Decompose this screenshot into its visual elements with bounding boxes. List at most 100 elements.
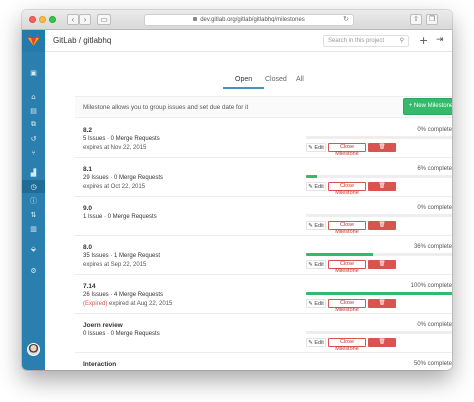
milestone-row: 7.14 26 Issues · 4 Merge Requests (Expir… — [75, 275, 452, 315]
close-milestone-button[interactable]: Close Milestone — [328, 143, 366, 157]
milestone-title[interactable]: 8.2 — [83, 127, 92, 134]
history-icon[interactable]: ↺ — [22, 132, 45, 145]
progress-fill — [306, 175, 318, 178]
minimize-window-button[interactable] — [39, 16, 46, 23]
percent-complete: 0% complete — [417, 322, 452, 328]
graph-icon[interactable]: ▟ — [22, 166, 45, 179]
breadcrumb[interactable]: GitLab / gitlabhq — [53, 36, 111, 45]
milestone-title[interactable]: 8.1 — [83, 166, 92, 173]
close-milestone-button[interactable]: Close Milestone — [328, 338, 366, 352]
edit-button[interactable]: ✎ Edit — [306, 221, 326, 230]
close-milestone-button[interactable]: Close Milestone — [328, 221, 366, 235]
milestone-due-date: expires at Oct 22, 2015 — [83, 184, 145, 190]
lock-icon — [193, 17, 198, 22]
milestone-title[interactable]: 7.14 — [83, 283, 96, 290]
milestone-row: Joern review 0 Issues · 0 Merge Requests… — [75, 314, 452, 354]
browser-window: ‹ › ▭ dev.gitlab.org/gitlab/gitlabhq/mil… — [22, 10, 452, 370]
remove-button[interactable]: 🗑 Remove — [368, 338, 396, 354]
share-icon[interactable]: ⇧ — [410, 14, 422, 25]
percent-complete: 6% complete — [417, 166, 452, 172]
sidebar-toggle-icon[interactable]: ▭ — [97, 14, 111, 25]
info-text: Milestone allows you to group issues and… — [83, 104, 249, 111]
gitlab-fox-icon — [28, 34, 39, 46]
new-milestone-button[interactable]: + New Milestone — [403, 98, 452, 115]
new-item-plus-icon[interactable]: + — [419, 34, 428, 47]
expired-label: (Expired) — [83, 301, 108, 307]
milestone-due-date: expires at Nov 22, 2015 — [83, 145, 146, 151]
milestones-page: Open Closed All Milestone allows you to … — [45, 53, 452, 370]
expires-text: expired at Aug 22, 2015 — [107, 301, 173, 307]
close-milestone-button[interactable]: Close Milestone — [328, 260, 366, 274]
milestones-icon[interactable]: ◷ — [22, 180, 45, 193]
search-icon: ⚲ — [399, 37, 404, 44]
remove-button[interactable]: 🗑 Remove — [368, 182, 396, 198]
search-input[interactable]: Search in this project ⚲ — [323, 35, 409, 47]
milestone-counts: 1 Issue · 0 Merge Requests — [83, 214, 157, 220]
edit-button[interactable]: ✎ Edit — [306, 260, 326, 269]
milestone-counts: 35 Issues · 1 Merge Request — [83, 253, 161, 259]
tab-closed[interactable]: Closed — [265, 76, 287, 87]
percent-complete: 0% complete — [417, 205, 452, 211]
back-button[interactable]: ‹ — [67, 14, 79, 25]
sign-out-icon[interactable]: ⇥ — [436, 35, 444, 45]
milestone-title[interactable]: 9.0 — [83, 205, 92, 212]
wiki-icon[interactable]: ▥ — [22, 222, 45, 235]
address-bar[interactable]: dev.gitlab.org/gitlab/gitlabhq/milestone… — [144, 14, 354, 26]
forward-button[interactable]: › — [79, 14, 91, 25]
labels-icon[interactable]: ⬙ — [22, 242, 45, 255]
files-icon[interactable]: ▤ — [22, 104, 45, 117]
progress-fill — [306, 253, 373, 256]
close-window-button[interactable] — [29, 16, 36, 23]
dashboard-icon[interactable]: ▣ — [22, 66, 45, 79]
edit-button[interactable]: ✎ Edit — [306, 182, 326, 191]
branch-icon[interactable]: ⑂ — [22, 146, 45, 159]
edit-button[interactable]: ✎ Edit — [306, 338, 326, 347]
tab-open[interactable]: Open — [222, 76, 265, 89]
milestone-title[interactable]: 8.0 — [83, 244, 92, 251]
percent-complete: 100% complete — [410, 283, 452, 289]
sidebar: ▣ ⌂ ▤ ⧉ ↺ ⑂ ▟ ◷ ⓘ ⇅ ▥ ⬙ ⚙ — [22, 30, 45, 370]
milestone-tabs: Open Closed All — [45, 53, 452, 91]
progress-fill — [306, 292, 452, 295]
percent-complete: 50% complete — [413, 361, 452, 367]
progress-bar — [306, 175, 452, 178]
progress-bar — [306, 253, 452, 256]
tab-all[interactable]: All — [296, 76, 304, 87]
user-avatar[interactable] — [27, 343, 40, 356]
reload-icon[interactable]: ↻ — [343, 15, 349, 25]
copy-icon[interactable]: ⧉ — [22, 118, 45, 131]
expires-text: expires at Nov 22, 2015 — [83, 145, 147, 151]
search-placeholder: Search in this project — [328, 38, 385, 44]
progress-bar — [306, 136, 452, 139]
close-milestone-button[interactable]: Close Milestone — [328, 182, 366, 196]
edit-button[interactable]: ✎ Edit — [306, 143, 326, 152]
milestone-counts: 29 Issues · 0 Merge Requests — [83, 175, 164, 181]
close-milestone-button[interactable]: Close Milestone — [328, 299, 366, 313]
url-text: dev.gitlab.org/gitlab/gitlabhq/milestone… — [200, 17, 305, 23]
milestone-counts: 26 Issues · 4 Merge Requests — [83, 292, 164, 298]
milestone-row: Interaction 77 Issues · 13 Merge Request… — [75, 353, 452, 370]
home-icon[interactable]: ⌂ — [22, 90, 45, 103]
milestone-row: 8.0 35 Issues · 1 Merge Request expires … — [75, 236, 452, 276]
expires-text: expires at Oct 22, 2015 — [83, 184, 146, 190]
milestone-due-date: expires at Sep 22, 2015 — [83, 262, 146, 268]
progress-bar — [306, 331, 452, 334]
page-header: GitLab / gitlabhq Search in this project… — [45, 30, 452, 52]
gitlab-logo[interactable] — [22, 30, 45, 52]
milestone-row: 8.2 5 Issues · 0 Merge Requests expires … — [75, 119, 452, 159]
milestone-title[interactable]: Interaction — [83, 361, 116, 368]
remove-button[interactable]: 🗑 Remove — [368, 143, 396, 159]
edit-button[interactable]: ✎ Edit — [306, 299, 326, 308]
milestone-row: 9.0 1 Issue · 0 Merge Requests 0% comple… — [75, 197, 452, 237]
remove-button[interactable]: 🗑 Remove — [368, 260, 396, 276]
merge-requests-icon[interactable]: ⇅ — [22, 208, 45, 221]
zoom-window-button[interactable] — [49, 16, 56, 23]
milestone-title[interactable]: Joern review — [83, 322, 123, 329]
issues-icon[interactable]: ⓘ — [22, 194, 45, 207]
remove-button[interactable]: 🗑 Remove — [368, 221, 396, 237]
settings-icon[interactable]: ⚙ — [22, 264, 45, 277]
tabs-overview-icon[interactable]: ❐ — [426, 14, 438, 25]
milestone-due-date: (Expired) expired at Aug 22, 2015 — [83, 301, 172, 307]
progress-bar — [306, 292, 452, 295]
remove-button[interactable]: 🗑 Remove — [368, 299, 396, 315]
